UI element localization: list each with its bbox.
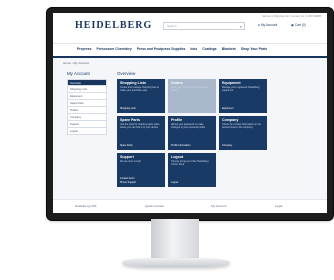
tile-title: Company [222, 118, 239, 122]
sidebar-item-shopping-lists[interactable]: Shopping Lists [67, 86, 107, 93]
tile-link-contact[interactable]: Contact Form [120, 177, 134, 180]
tile-title: Support [120, 155, 134, 159]
tile-orders[interactable]: Orders View your order status or see ord… [168, 79, 216, 113]
tile-title: Logout [171, 155, 184, 159]
cart-label: Cart (0) [294, 23, 306, 27]
tile-profile[interactable]: Profile Allows your password or make cha… [168, 116, 216, 150]
tile-description: We are here to help [120, 160, 141, 163]
tile-description: Choose to log out of the Heidelberg Onli… [171, 160, 209, 166]
tile-link-phone[interactable]: Phone Support [120, 181, 136, 184]
tile-link[interactable]: Shopping Lists [120, 107, 136, 110]
sidebar-item-overview[interactable]: Overview [67, 79, 107, 86]
nav-press-postpress[interactable]: Press and Postpress Supplies [137, 47, 186, 51]
account-label: My Account [260, 23, 278, 27]
nav-inks[interactable]: Inks [190, 47, 197, 51]
sidebar-title: My Account [67, 71, 90, 76]
tile-link[interactable]: Company [222, 144, 232, 147]
tile-description: Manage your registered Heidelberg equipm… [222, 86, 260, 92]
tile-company[interactable]: Company Check the contact information on… [219, 116, 267, 150]
tile-description: Check the contact information on the acc… [222, 123, 261, 129]
footer-col-3[interactable]: My Account [211, 204, 227, 208]
sidebar-item-spare-parts[interactable]: Spare Parts [67, 100, 107, 107]
cart-link[interactable]: ▣ Cart (0) [291, 23, 306, 27]
tile-link[interactable]: Equipment [222, 107, 233, 110]
cart-icon: ▣ [291, 23, 295, 27]
user-icon: ● [258, 23, 260, 27]
overview-title: Overview [117, 71, 136, 76]
tile-title: Orders [171, 81, 183, 85]
main-nav: Prepress Pressroom Chemistry Press and P… [53, 43, 327, 58]
nav-blankets[interactable]: Blankets [222, 47, 236, 51]
search-input[interactable]: Search ⌕ [163, 22, 245, 30]
tile-description: Allows your password or make changes to … [171, 123, 206, 129]
tile-support[interactable]: Support We are here to help Contact Form… [117, 153, 165, 187]
sidebar-menu: Overview Shopping Lists Equipment Spare … [67, 79, 107, 135]
tile-description: Create and manage shopping lists to make… [120, 86, 159, 92]
nav-prepress[interactable]: Prepress [77, 47, 92, 51]
tile-logout[interactable]: Logout Choose to log out of the Heidelbe… [168, 153, 216, 187]
screen: HEIDELBERG Service & Shipping Info | Con… [53, 13, 327, 213]
site-header: HEIDELBERG Service & Shipping Info | Con… [53, 13, 327, 43]
heidelberg-logo[interactable]: HEIDELBERG [75, 20, 152, 31]
tile-link[interactable]: Spare Parts [120, 144, 133, 147]
sidebar-item-logout[interactable]: Logout [67, 128, 107, 135]
monitor-frame: HEIDELBERG Service & Shipping Info | Con… [47, 8, 333, 220]
sidebar-item-orders[interactable]: Orders [67, 107, 107, 114]
footer-col-2[interactable]: Quick Contact [145, 204, 164, 208]
nav-coatings[interactable]: Coatings [202, 47, 217, 51]
tile-description: Use the tools for ordering spare parts w… [120, 123, 160, 129]
tile-equipment[interactable]: Equipment Manage your registered Heidelb… [219, 79, 267, 113]
sidebar-item-equipment[interactable]: Equipment [67, 93, 107, 100]
nav-pressroom-chemistry[interactable]: Pressroom Chemistry [97, 47, 132, 51]
tile-title: Profile [171, 118, 183, 122]
search-placeholder: Search [167, 24, 177, 28]
tile-title: Shopping Lists [120, 81, 146, 85]
sidebar-item-company[interactable]: Company [67, 114, 107, 121]
tile-title: Spare Parts [120, 118, 140, 122]
monitor-stand-base [122, 258, 230, 267]
utility-links[interactable]: Service & Shipping Info | Contact Us | 1… [262, 15, 321, 18]
tile-link[interactable]: Logout [171, 181, 178, 184]
sidebar-item-support[interactable]: Support [67, 121, 107, 128]
monitor-stand-neck [151, 219, 199, 261]
search-icon[interactable]: ⌕ [240, 24, 242, 29]
tile-spare-parts[interactable]: Spare Parts Use the tools for ordering s… [117, 116, 165, 150]
nav-shop-your-parts[interactable]: Shop Your Parts [241, 47, 267, 51]
breadcrumb[interactable]: Home › My Account [63, 61, 89, 65]
tile-title: Equipment [222, 81, 241, 85]
footer-col-1[interactable]: Heidelberg USA [75, 204, 97, 208]
tile-shopping-lists[interactable]: Shopping Lists Create and manage shoppin… [117, 79, 165, 113]
tile-link[interactable]: Profile Information [171, 144, 190, 147]
site-footer: Heidelberg USA Quick Contact My Account … [53, 199, 327, 213]
tile-description: View your order status or see order hist… [171, 86, 209, 92]
footer-col-4[interactable]: Legal [275, 204, 282, 208]
account-link[interactable]: ● My Account [258, 23, 277, 27]
